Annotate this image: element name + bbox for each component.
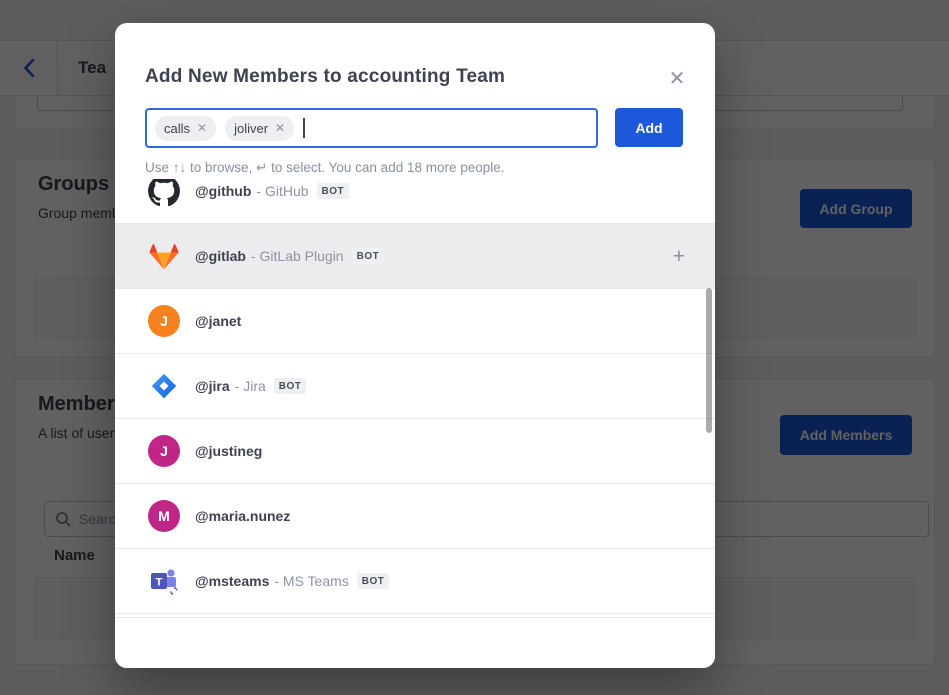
tag-remove-icon[interactable]: ✕: [275, 122, 285, 134]
results-container: @github - GitHub BOT @gitlab - GitLab Pl…: [115, 179, 715, 617]
result-description: - MS Teams: [274, 573, 348, 589]
scrollbar-thumb[interactable]: [706, 288, 712, 433]
bot-badge: BOT: [357, 573, 390, 589]
modal-footer: [115, 617, 715, 668]
avatar: M: [148, 500, 180, 532]
selected-tag[interactable]: joliver ✕: [225, 116, 294, 141]
bot-badge: BOT: [274, 378, 307, 394]
result-description: - GitLab Plugin: [251, 248, 344, 264]
result-row[interactable]: @jira - Jira BOT: [115, 354, 715, 419]
jira-icon: [148, 370, 180, 402]
github-icon: [148, 179, 180, 207]
result-row[interactable]: M @maria.nunez: [115, 484, 715, 549]
close-icon[interactable]: ✕: [665, 67, 689, 91]
tag-list: calls ✕ joliver ✕: [155, 116, 303, 141]
hint-text: Use ↑↓ to browse, ↵ to select. You can a…: [145, 160, 505, 176]
bot-badge: BOT: [352, 248, 385, 264]
result-row[interactable]: J @janet: [115, 289, 715, 354]
result-username: @jira: [195, 378, 230, 394]
result-row[interactable]: J @justineg: [115, 419, 715, 484]
gitlab-icon: [148, 240, 180, 272]
tag-label: joliver: [234, 121, 268, 136]
result-row[interactable]: @github - GitHub BOT: [115, 179, 715, 224]
results-list: @github - GitHub BOT @gitlab - GitLab Pl…: [115, 179, 715, 614]
tag-remove-icon[interactable]: ✕: [197, 122, 207, 134]
add-button[interactable]: Add: [615, 108, 683, 147]
msteams-icon: T: [148, 565, 180, 597]
avatar: J: [148, 305, 180, 337]
bot-badge: BOT: [317, 183, 350, 199]
svg-text:T: T: [156, 577, 163, 589]
text-caret: [303, 118, 305, 138]
result-row[interactable]: @gitlab - GitLab Plugin BOT +: [115, 224, 715, 289]
plus-icon[interactable]: +: [673, 246, 685, 267]
tag-label: calls: [164, 121, 190, 136]
result-username: @justineg: [195, 443, 262, 459]
modal-title: Add New Members to accounting Team: [145, 66, 505, 88]
selected-tag[interactable]: calls ✕: [155, 116, 216, 141]
result-username: @janet: [195, 313, 241, 329]
result-description: - Jira: [235, 378, 266, 394]
result-username: @github: [195, 183, 251, 199]
add-members-modal: Add New Members to accounting Team ✕ cal…: [115, 23, 715, 668]
result-row[interactable]: T @msteams - MS Teams BOT: [115, 549, 715, 614]
result-description: - GitHub: [256, 183, 308, 199]
result-username: @maria.nunez: [195, 508, 290, 524]
result-username: @msteams: [195, 573, 269, 589]
avatar: J: [148, 435, 180, 467]
result-username: @gitlab: [195, 248, 246, 264]
members-tag-input[interactable]: calls ✕ joliver ✕: [145, 108, 598, 148]
